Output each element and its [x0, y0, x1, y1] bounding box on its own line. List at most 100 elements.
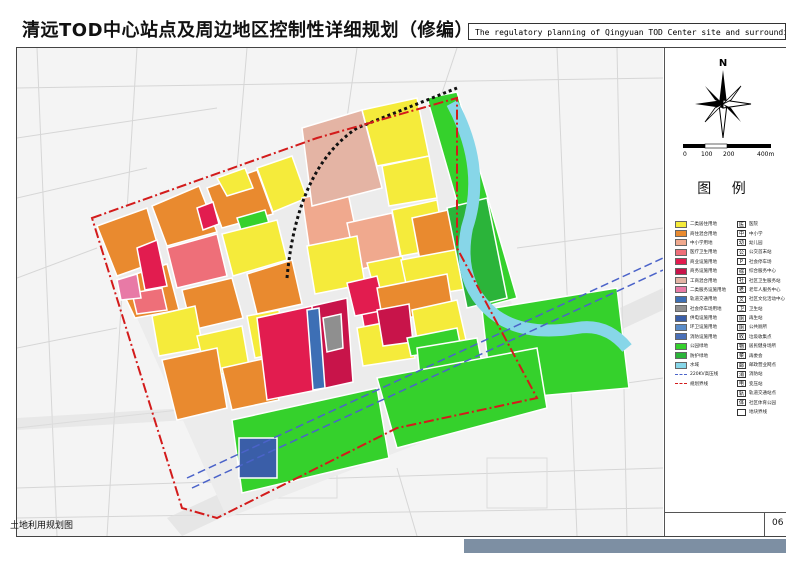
legend-facility-item: 物居民健身场所	[737, 342, 785, 350]
legend-swatch	[675, 295, 687, 303]
legend-facility-label: 中小学	[749, 231, 763, 237]
legend-landuse-item: 商住混合用地	[675, 229, 737, 238]
legend-symbol-icon	[737, 408, 746, 416]
legend-facility-item: 厕再生站	[737, 314, 785, 322]
legend-landuse-item: 公园绿地	[675, 342, 737, 350]
legend-landuse-item: 轨道交通用地	[675, 295, 737, 303]
legend-facility-label: 公共厕所	[749, 325, 767, 331]
legend-facility-label: 消防站	[749, 372, 763, 378]
legend-facility-item: 邮邮政营业网点	[737, 361, 785, 369]
legend-landuse-item: 环卫设施用地	[675, 323, 737, 331]
legend-symbol-icon: 老	[737, 286, 746, 294]
legend-swatch	[675, 361, 687, 369]
compass-north-label: N	[719, 58, 727, 69]
legend-facility-item: 电变压站	[737, 380, 785, 388]
legend-landuse-label: 商住混合用地	[690, 231, 717, 237]
land-use-map[interactable]	[17, 48, 663, 536]
legend-landuse-item: 220KV高压线	[675, 370, 737, 378]
legend-facility-label: 邮政营业网点	[749, 363, 776, 369]
legend-swatch	[675, 373, 687, 375]
legend-facility-item: 幼幼儿园	[737, 239, 785, 247]
legend-landuse-item: 规划界线	[675, 380, 737, 388]
legend-facility-label: 再生站	[749, 316, 763, 322]
legend-symbol-icon: 物	[737, 342, 746, 350]
legend-symbol-icon: 电	[737, 380, 746, 388]
legend-landuse-label: 消防设施用地	[690, 334, 717, 340]
scale-tick-100: 100	[701, 151, 713, 158]
map-title-english: The regulatory planning of Qingyuan TOD …	[468, 23, 786, 40]
legend-facility-item: 综综合服务中心	[737, 267, 785, 275]
legend-facility-label: 社区卫生服务站	[749, 278, 781, 284]
legend-symbol-icon: 综	[737, 267, 746, 275]
legend-facility-label: 变压站	[749, 381, 763, 387]
bottom-decor-bar	[464, 539, 786, 553]
legend-landuse-item: 商业设施用地	[675, 258, 737, 266]
legend-swatch	[675, 230, 687, 238]
legend-facility-label: 轨道交通站点	[749, 391, 776, 397]
parcel-residential	[151, 305, 204, 357]
legend-symbol-icon: 轨	[737, 389, 746, 397]
legend-landuse-label: 社会停车场用地	[690, 306, 722, 312]
legend-symbol-icon: 厕	[737, 323, 746, 331]
legend-landuse-item: 二类服务设施用地	[675, 286, 737, 294]
legend-swatch	[675, 342, 687, 350]
legend-facility-label: 综合服务中心	[749, 269, 776, 275]
legend-facility-item: 文社区文化活动中心	[737, 295, 785, 303]
legend-landuse-label: 防护绿地	[690, 353, 708, 359]
legend-facility-label: 卫生站	[749, 306, 763, 312]
legend-landuse-label: 工商混合用地	[690, 278, 717, 284]
scale-tick-200: 200	[723, 151, 735, 158]
legend-facility-item: 社社区卫生服务站	[737, 276, 785, 285]
legend-symbol-icon: 中	[737, 230, 746, 238]
legend-facility-label: 公交首末站	[749, 250, 772, 256]
legend-landuse-label: 公园绿地	[690, 344, 708, 350]
legend-landuse-label: 供电设施用地	[690, 316, 717, 322]
legend-symbol-icon: 卫	[737, 305, 746, 313]
legend-facility-item: P 社会停车场	[737, 258, 785, 266]
legend-facility-label: 社会停车场	[749, 259, 772, 265]
legend-landuse-item: 二类居住用地	[675, 220, 737, 228]
legend-swatch	[675, 239, 687, 247]
legend-symbol-icon: 体	[737, 399, 746, 407]
legend-facility-item: 消消防站	[737, 370, 785, 378]
legend-landuse-list: 二类居住用地 商住混合用地中小学用地医疗卫生用地 商业设施用地 商务设施用地 工商混合用…	[675, 220, 737, 389]
legend-symbol-icon: 社	[737, 277, 746, 285]
compass-rose: N	[695, 58, 752, 139]
legend-facility-item: 体社区体育公园	[737, 398, 785, 407]
legend-landuse-label: 商业设施用地	[690, 259, 717, 265]
legend-landuse-item: 中小学用地	[675, 239, 737, 247]
legend-facility-label: 居民健身场所	[749, 344, 776, 350]
legend-landuse-label: 水域	[690, 363, 699, 369]
legend-facility-item: 医医院	[737, 220, 785, 228]
legend-symbol-icon: 幼	[737, 239, 746, 247]
legend-landuse-label: 220KV高压线	[690, 372, 719, 378]
legend-facility-list: 医医院中中小学幼幼儿园公公交首末站 P 社会停车场综综合服务中心社社区卫生服务站老老…	[737, 220, 785, 417]
parcel-residential	[381, 155, 438, 207]
legend-facility-item: 老老年人服务中心	[737, 286, 785, 294]
scale-tick-0: 0	[683, 151, 687, 158]
legend-landuse-item: 医疗卫生用地	[675, 248, 737, 256]
legend-landuse-item: 商务设施用地	[675, 267, 737, 275]
legend-facility-label: 社区文化活动中心	[749, 297, 785, 303]
legend-swatch	[675, 352, 687, 360]
footer-map-title: 土地利用规划图	[10, 521, 74, 531]
map-sidebar: N 0 100 200 400m 图 例 二类居住用地 商住混合用地 中小学用地 医疗…	[664, 48, 786, 536]
legend-landuse-label: 医疗卫生用地	[690, 250, 717, 256]
legend-swatch	[675, 267, 687, 275]
legend-landuse-item: 工商混合用地	[675, 276, 737, 285]
parcel-parking	[322, 313, 344, 353]
footer-box	[664, 512, 786, 537]
legend-facility-item: 公公交首末站	[737, 248, 785, 256]
legend-facility-label: 地块界线	[749, 410, 767, 415]
legend-swatch	[675, 305, 687, 313]
legend-symbol-icon: 消	[737, 370, 746, 378]
legend-facility-item: 轨轨道交通站点	[737, 389, 785, 397]
legend-swatch	[675, 323, 687, 331]
legend-swatch	[675, 220, 687, 228]
legend-facility-item: 卫卫生站	[737, 305, 785, 313]
legend-landuse-label: 商务设施用地	[690, 269, 717, 275]
land-use-map-canvas	[17, 48, 663, 536]
scale-tick-400: 400m	[757, 151, 774, 158]
legend-facility-label: 再委会	[749, 353, 763, 359]
legend-symbol-icon: 收	[737, 333, 746, 341]
